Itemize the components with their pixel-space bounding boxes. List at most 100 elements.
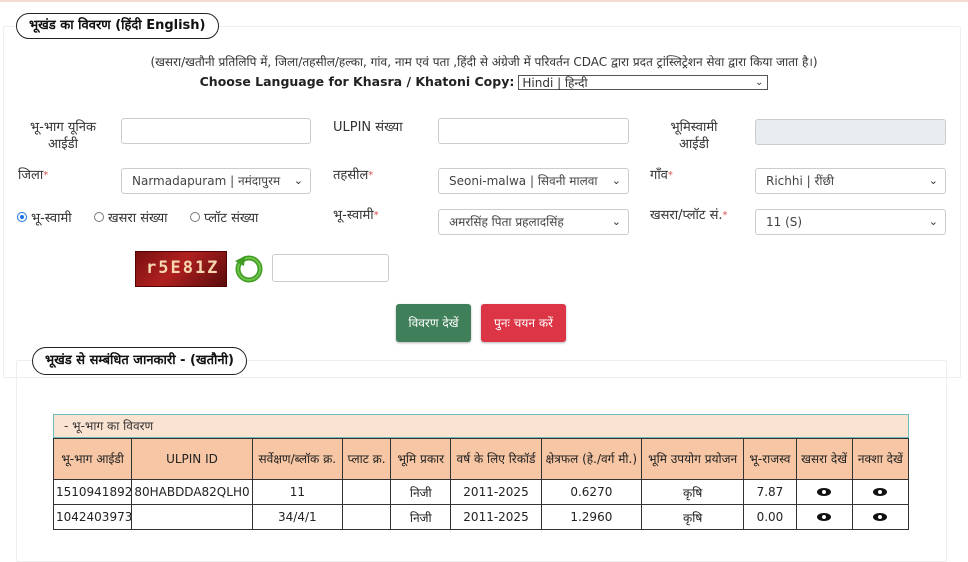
col-header: प्लाट क्र. bbox=[341, 438, 392, 480]
required-mark: * bbox=[368, 170, 374, 181]
radio-owner-label: भू-स्वामी bbox=[31, 211, 72, 226]
language-label: Choose Language for Khasra / Khatoni Cop… bbox=[199, 74, 515, 89]
cell-land-use: कृषि bbox=[641, 504, 745, 530]
col-header: भूमि उपयोग प्रयोजन bbox=[641, 438, 745, 480]
required-mark: * bbox=[43, 170, 49, 181]
village-label-text: गाँव bbox=[650, 168, 668, 183]
reset-button[interactable]: पुनः चयन करें bbox=[481, 304, 566, 342]
table-row: 1042403973 34/4/1 निजी 2011-2025 1.2960 … bbox=[52, 504, 910, 530]
cell-land-type: निजी bbox=[390, 504, 452, 530]
chevron-down-icon: ⌄ bbox=[611, 174, 621, 187]
tehsil-label-text: तहसील bbox=[333, 168, 369, 183]
owner-select[interactable]: अमरसिंह पिता प्रहलादसिंह ⌄ bbox=[438, 209, 629, 235]
table-header-row: भू-भाग आईडी ULPIN ID सर्वेक्षण/ब्लॉक क्र… bbox=[52, 438, 910, 480]
eye-icon[interactable] bbox=[873, 488, 888, 496]
chevron-down-icon: ⌄ bbox=[928, 215, 938, 228]
view-details-button[interactable]: विवरण देखें bbox=[396, 304, 471, 342]
radio-khasra[interactable]: खसरा संख्या bbox=[94, 208, 168, 226]
cell-revenue: 0.00 bbox=[743, 504, 797, 530]
col-header: भूमि प्रकार bbox=[390, 438, 452, 480]
unique-id-input[interactable] bbox=[121, 118, 311, 144]
language-row: Choose Language for Khasra / Khatoni Cop… bbox=[0, 74, 968, 92]
cell-year: 2011-2025 bbox=[450, 479, 542, 505]
eye-icon[interactable] bbox=[817, 513, 832, 521]
radio-unchecked-icon bbox=[190, 212, 200, 222]
bhoomiswami-id-label: भूमिस्वामी आईडी bbox=[670, 120, 718, 152]
bhoomiswami-id-input bbox=[755, 119, 946, 145]
tehsil-label: तहसील* bbox=[333, 167, 373, 184]
col-header: भू-भाग आईडी bbox=[52, 438, 133, 480]
table-row: 1510941892 80HABDDA82QLH0 11 निजी 2011-2… bbox=[52, 479, 910, 505]
cell-land-use: कृषि bbox=[641, 479, 745, 505]
ulpin-label: ULPIN संख्या bbox=[333, 120, 403, 135]
ulpin-input[interactable] bbox=[438, 118, 629, 144]
cell-survey: 11 bbox=[251, 479, 344, 505]
chevron-down-icon: ⌄ bbox=[293, 174, 303, 187]
table-title: - भू-भाग का विवरण bbox=[53, 414, 909, 438]
col-header: सर्वेक्षण/ब्लॉक क्र. bbox=[251, 438, 344, 480]
required-mark: * bbox=[667, 170, 673, 181]
required-mark: * bbox=[722, 210, 728, 221]
language-select-value: Hindi | हिन्दी bbox=[522, 76, 588, 90]
view-khasra-cell bbox=[795, 479, 853, 505]
chevron-down-icon: ⌄ bbox=[928, 174, 938, 187]
khasra-select[interactable]: 11 (S) ⌄ bbox=[755, 209, 946, 235]
col-header: भू-राजस्व bbox=[743, 438, 797, 480]
captcha-text: r5E81Z bbox=[146, 258, 220, 278]
khasra-label-text: खसरा/प्लॉट सं. bbox=[650, 208, 723, 223]
view-map-cell bbox=[851, 504, 910, 530]
required-mark: * bbox=[373, 210, 379, 221]
view-khasra-cell bbox=[795, 504, 853, 530]
land-detail-legend: भूखंड का विवरण (हिंदी English) bbox=[16, 13, 219, 39]
district-label-text: जिला bbox=[18, 168, 44, 183]
language-select[interactable]: Hindi | हिन्दी ⌄ bbox=[518, 75, 769, 90]
col-header: ULPIN ID bbox=[131, 438, 253, 480]
village-value: Richhi | रींछी bbox=[766, 174, 835, 188]
cell-plot bbox=[341, 504, 392, 530]
eye-icon[interactable] bbox=[873, 513, 888, 521]
land-table: भू-भाग आईडी ULPIN ID सर्वेक्षण/ब्लॉक क्र… bbox=[52, 438, 910, 530]
cell-land-id: 1042403973 bbox=[52, 504, 133, 530]
transliteration-note: (खसरा/खतौनी प्रतिलिपि में, जिला/तहसील/हल… bbox=[150, 55, 818, 69]
cell-ulpin: 80HABDDA82QLH0 bbox=[131, 479, 253, 505]
village-label: गाँव* bbox=[650, 167, 673, 184]
tehsil-select[interactable]: Seoni-malwa | सिवनी मालवा ⌄ bbox=[438, 168, 629, 194]
chevron-down-icon: ⌄ bbox=[611, 215, 621, 228]
radio-unchecked-icon bbox=[94, 212, 104, 222]
radio-owner[interactable]: भू-स्वामी bbox=[17, 208, 72, 226]
top-border bbox=[0, 0, 968, 2]
cell-survey: 34/4/1 bbox=[251, 504, 344, 530]
district-select[interactable]: Narmadapuram | नमंदापुरम ⌄ bbox=[121, 168, 311, 194]
khatauni-legend: भूखंड से सम्बंधित जानकारी - (खतौनी) bbox=[32, 347, 247, 375]
radio-plot-label: प्लॉट संख्या bbox=[204, 211, 259, 226]
cell-area: 0.6270 bbox=[540, 479, 643, 505]
tehsil-value: Seoni-malwa | सिवनी मालवा bbox=[449, 174, 598, 188]
radio-checked-icon bbox=[17, 212, 27, 222]
district-value: Narmadapuram | नमंदापुरम bbox=[132, 174, 281, 188]
cell-land-type: निजी bbox=[390, 479, 452, 505]
district-label: जिला* bbox=[18, 167, 48, 184]
land-record-table: - भू-भाग का विवरण भू-भाग आईडी ULPIN ID स… bbox=[52, 414, 910, 530]
cell-land-id: 1510941892 bbox=[52, 479, 133, 505]
khasra-value: 11 (S) bbox=[766, 215, 803, 229]
cell-revenue: 7.87 bbox=[743, 479, 797, 505]
chevron-down-icon: ⌄ bbox=[754, 77, 764, 88]
khasra-label: खसरा/प्लॉट सं.* bbox=[650, 207, 728, 224]
radio-plot[interactable]: प्लॉट संख्या bbox=[190, 208, 258, 226]
owner-label-text: भू-स्वामी bbox=[333, 208, 374, 223]
col-header: क्षेत्रफल (हे./वर्ग मी.) bbox=[540, 438, 643, 480]
eye-icon[interactable] bbox=[817, 488, 832, 496]
unique-id-label: भू-भाग यूनिक आईडी bbox=[30, 120, 96, 152]
owner-label: भू-स्वामी* bbox=[333, 207, 379, 224]
col-header: खसरा देखें bbox=[795, 438, 853, 480]
radio-khasra-label: खसरा संख्या bbox=[108, 211, 168, 226]
col-header: वर्ष के लिए रिकॉर्ड bbox=[450, 438, 542, 480]
refresh-captcha-icon[interactable] bbox=[232, 252, 266, 284]
village-select[interactable]: Richhi | रींछी ⌄ bbox=[755, 168, 946, 194]
captcha-input[interactable] bbox=[272, 254, 389, 282]
cell-year: 2011-2025 bbox=[450, 504, 542, 530]
owner-value: अमरसिंह पिता प्रहलादसिंह bbox=[449, 215, 564, 229]
captcha-image: r5E81Z bbox=[135, 251, 227, 287]
cell-area: 1.2960 bbox=[540, 504, 643, 530]
cell-plot bbox=[341, 479, 392, 505]
